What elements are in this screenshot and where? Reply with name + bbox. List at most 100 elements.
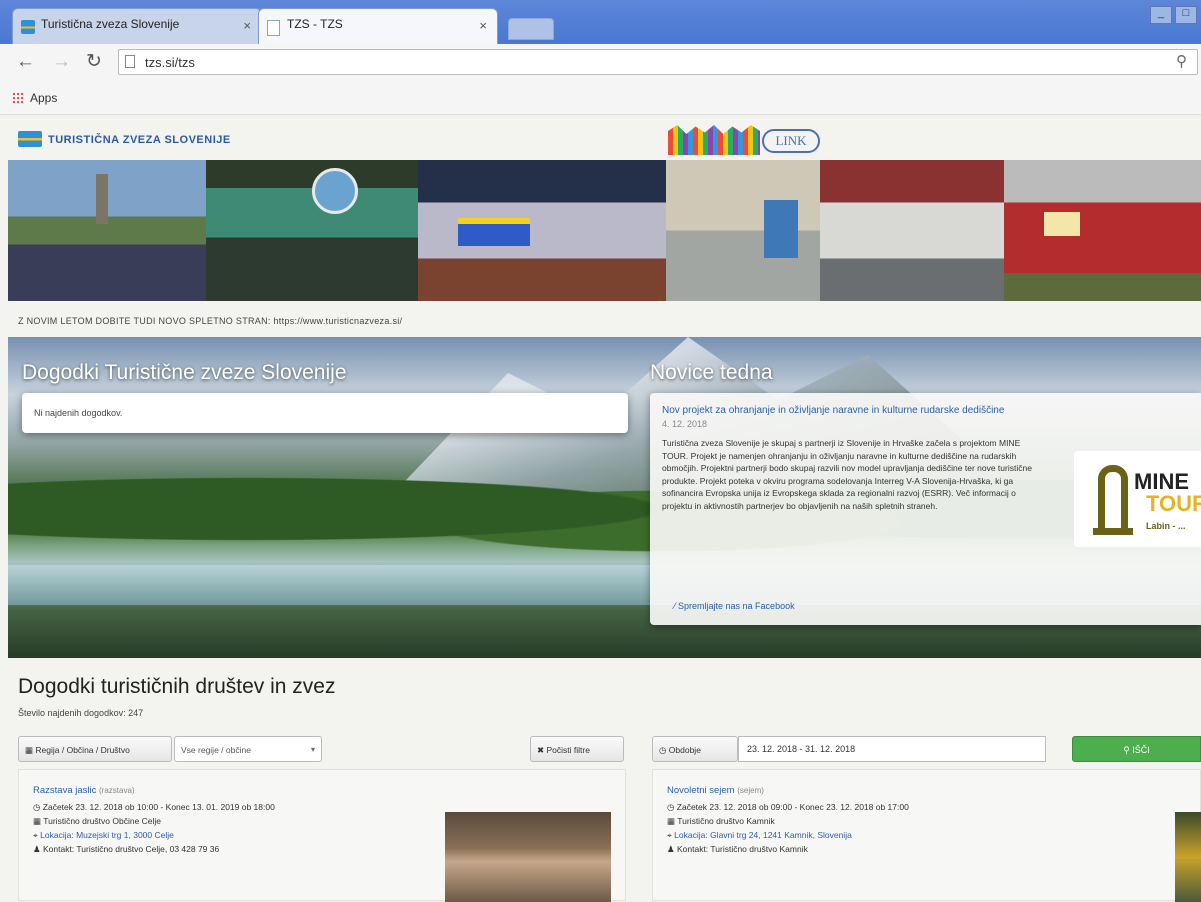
region-filter-text: Regija / Občina / Društvo [35,745,130,755]
close-tab-icon[interactable]: × [479,18,487,33]
news-box: Nov projekt za ohranjanje in oživljanje … [650,393,1201,625]
zoom-magnifier-icon[interactable]: ⚲ [1176,52,1187,70]
region-select[interactable]: Vse regije / občine ▾ [174,736,322,762]
reload-icon[interactable]: ↻ [86,52,102,72]
apps-label: Apps [30,91,58,105]
event-location-link[interactable]: Lokacija: Muzejski trg 1, 3000 Celje [40,830,174,840]
event-organizer: ▦ Turistično društvo Občine Celje [33,816,161,827]
event-location: ⌖ Lokacija: Muzejski trg 1, 3000 Celje [33,830,174,841]
event-organizer-text: Turistično društvo Kamnik [677,816,775,826]
event-contact: ♟ Kontakt: Turistično društvo Celje, 03 … [33,844,219,855]
event-time-text: Začetek 23. 12. 2018 ob 10:00 - Konec 13… [42,802,275,812]
clear-filters-button[interactable]: ✖ Počisti filtre [530,736,624,762]
society-events-heading: Dogodki turističnih društev in zvez [18,675,336,698]
new-tab-button[interactable] [508,18,554,40]
site-favicon-icon [21,20,35,34]
event-time: ◷ Začetek 23. 12. 2018 ob 10:00 - Konec … [33,802,275,813]
event-card: Novoletni sejem (sejem) ◷ Začetek 23. 12… [652,769,1201,902]
back-arrow-icon[interactable]: ← [16,52,35,72]
region-filter-label[interactable]: ▦ Regija / Občina / Društvo [18,736,172,762]
news-date: 4. 12. 2018 [662,419,708,429]
new-website-notice: Z NOVIM LETOM DOBITE TUDI NOVO SPLETNO S… [18,316,403,326]
event-organizer: ▦ Turistično društvo Kamnik [667,816,775,827]
facebook-link-label: Spremljajte nas na Facebook [678,601,795,611]
tab-label: TZS - TZS [287,17,343,31]
event-thumbnail[interactable] [1175,812,1201,902]
browser-tab-tzs-active[interactable]: TZS - TZS × [258,8,498,44]
site-logo[interactable]: TURISTIČNA ZVEZA SLOVENIJE [18,131,231,147]
event-organizer-text: Turistično društvo Občine Celje [43,816,162,826]
banner-photo-cooking [820,160,1004,301]
no-events-message: Ni najdenih dogodkov. [34,408,123,418]
event-thumbnail[interactable] [445,812,611,902]
news-body: Turistična zveza Slovenije je skupaj s p… [662,438,1032,511]
mine-logo-line2: TOUR [1146,491,1201,516]
forward-arrow-icon[interactable]: → [52,52,71,72]
page-document-icon [267,20,280,36]
address-bar-url[interactable]: tzs.si/tzs [145,55,195,70]
link-logo-text: LINK [762,129,820,153]
search-button-label: IŠČI [1132,745,1150,755]
facebook-link[interactable]: ⁄ Spremljajte nas na Facebook [674,601,795,611]
events-count: Število najdenih dogodkov: 247 [18,708,144,718]
event-type: (razstava) [99,786,135,795]
people-figures-icon [668,125,760,155]
mine-arch-icon [1093,465,1133,535]
clock-icon: ◷ [659,745,669,755]
clear-filters-label: Počisti filtre [546,745,590,755]
banner-photo-group-flag [418,160,666,301]
search-icon: ⚲ [1123,745,1133,755]
event-title-link[interactable]: Razstava jaslic (razstava) [33,785,135,796]
event-contact-text: Kontakt: Turistično društvo Kamnik [676,844,808,854]
search-button[interactable]: ⚲ IŠČI [1072,736,1201,762]
clock-icon: ◷ [667,802,677,812]
banner-photo-award-ceremony [206,160,418,301]
user-icon: ♟ [33,844,43,854]
clock-icon: ◷ [33,802,43,812]
date-range-label-text: Obdobje [668,745,701,755]
page-content: TURISTIČNA ZVEZA SLOVENIJE LINK Z NOVIM … [0,115,1201,902]
event-time: ◷ Začetek 23. 12. 2018 ob 09:00 - Konec … [667,802,909,813]
banner-photo-conference [666,160,820,301]
date-range-label[interactable]: ◷ Obdobje [652,736,738,762]
event-location: ⌖ Lokacija: Glavni trg 24, 1241 Kamnik, … [667,830,852,841]
date-range-input[interactable]: 23. 12. 2018 - 31. 12. 2018 [738,736,1046,762]
chevron-down-icon: ▾ [310,745,315,754]
page-icon [125,55,135,68]
bookmarks-bar: Apps [0,80,1201,115]
mine-tour-logo[interactable]: MINE TOUR Labin - ... [1074,451,1201,547]
event-card: Razstava jaslic (razstava) ◷ Začetek 23.… [18,769,626,902]
address-bar[interactable]: tzs.si/tzs ⚲ [118,49,1198,75]
browser-tab-tzs-home[interactable]: Turistična zveza Slovenije × [12,8,262,44]
browser-toolbar: ← → ↻ tzs.si/tzs ⚲ [0,44,1201,80]
site-logo-text: TURISTIČNA ZVEZA SLOVENIJE [48,134,231,146]
event-contact-text: Kontakt: Turistično društvo Celje, 03 42… [42,844,220,854]
region-select-value: Vse regije / občine [181,745,251,755]
minimize-window-button[interactable]: _ [1150,6,1172,24]
apps-grid-icon [12,92,24,104]
building-icon: ▦ [25,745,36,755]
header-photo-banner [8,160,1201,301]
tzs-events-box: Ni najdenih dogodkov. [22,393,628,433]
user-icon: ♟ [667,844,677,854]
close-tab-icon[interactable]: × [243,18,251,33]
news-title-link[interactable]: Nov projekt za ohranjanje in oživljanje … [662,405,1004,416]
tzs-events-heading: Dogodki Turistične zveze Slovenije [22,361,347,384]
event-location-link[interactable]: Lokacija: Glavni trg 24, 1241 Kamnik, Sl… [674,830,852,840]
news-heading: Novice tedna [650,361,773,384]
event-time-text: Začetek 23. 12. 2018 ob 09:00 - Konec 23… [676,802,909,812]
banner-photo-food [1004,160,1201,301]
event-title-link[interactable]: Novoletni sejem (sejem) [667,785,764,796]
maximize-window-button[interactable]: □ [1175,6,1197,24]
hero-section: Dogodki Turistične zveze Slovenije Ni na… [8,337,1201,658]
event-title: Novoletni sejem [667,785,735,796]
building-icon: ▦ [33,816,44,826]
tzs-logo-icon [18,131,42,147]
event-title: Razstava jaslic [33,785,97,796]
event-contact: ♟ Kontakt: Turistično društvo Kamnik [667,844,808,855]
apps-shortcut[interactable]: Apps [12,91,57,105]
banner-photo-group-monument [8,160,206,301]
tab-label: Turistična zveza Slovenije [41,17,180,31]
event-type: (sejem) [737,786,764,795]
browser-tab-strip: Turistična zveza Slovenije × TZS - TZS ×… [0,0,1201,44]
